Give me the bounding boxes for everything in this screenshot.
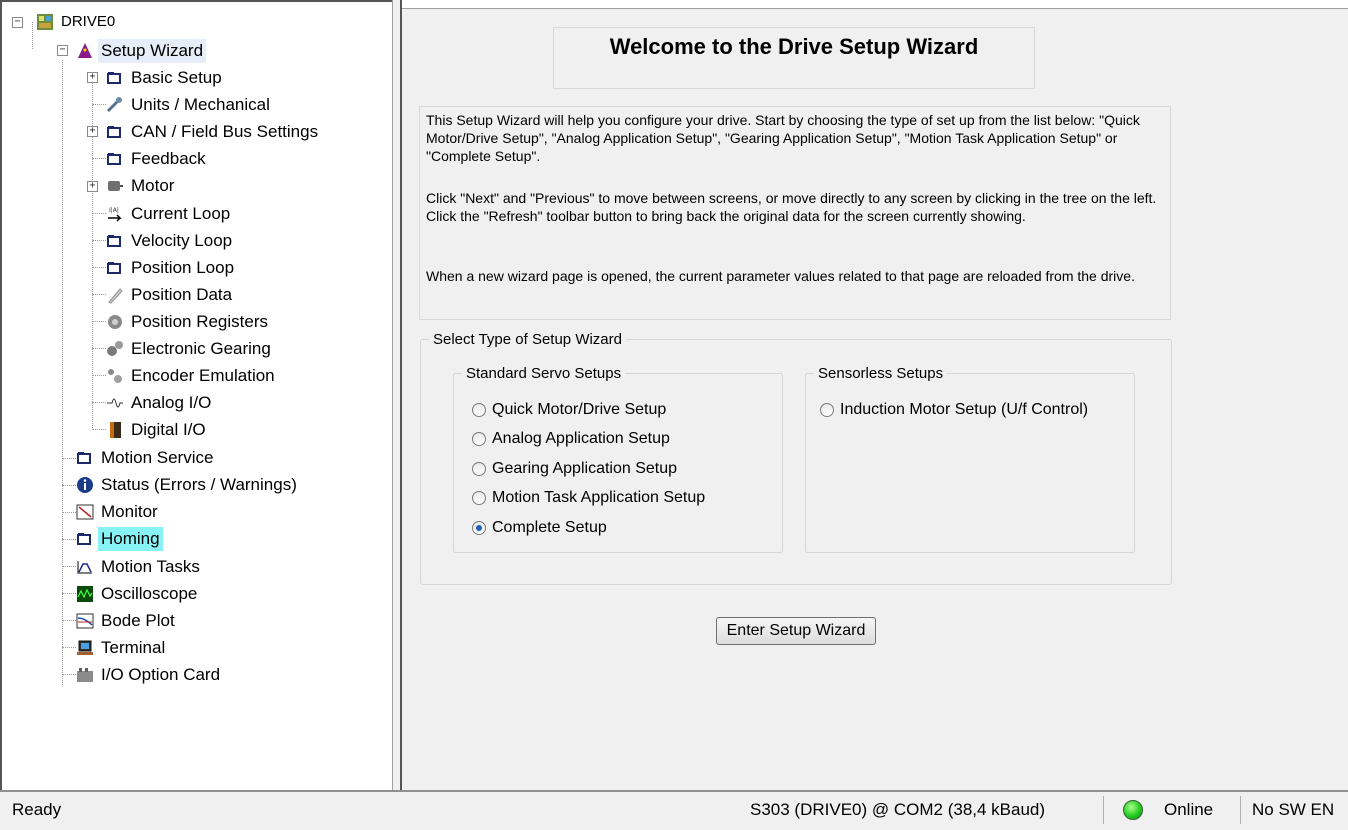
welcome-header-box: Welcome to the Drive Setup Wizard bbox=[553, 27, 1035, 89]
radio-label: Quick Motor/Drive Setup bbox=[492, 401, 667, 418]
tree-label: Units / Mechanical bbox=[131, 95, 270, 114]
radio-button[interactable] bbox=[472, 462, 486, 476]
motion-tasks-icon bbox=[77, 561, 92, 574]
collapse-setup-wizard-icon[interactable]: − bbox=[57, 45, 68, 56]
io-card-icon bbox=[77, 668, 93, 682]
tree-label: Motion Tasks bbox=[101, 557, 200, 576]
tree-label: Monitor bbox=[101, 502, 158, 521]
analog-signal-icon bbox=[107, 398, 123, 408]
radio-button[interactable] bbox=[472, 491, 486, 505]
tree-label: Encoder Emulation bbox=[131, 366, 275, 385]
expand-can-icon[interactable]: + bbox=[87, 126, 98, 137]
page-icon bbox=[77, 452, 91, 464]
gears-icon bbox=[107, 341, 123, 356]
page-icon bbox=[107, 72, 121, 84]
radio-label: Induction Motor Setup (U/f Control) bbox=[840, 401, 1089, 418]
page-icon bbox=[107, 262, 121, 274]
tree-label: Motion Service bbox=[101, 448, 214, 467]
group-legend: Select Type of Setup Wizard bbox=[433, 331, 622, 348]
wizard-hat-icon bbox=[78, 43, 92, 58]
collapse-root-icon[interactable]: − bbox=[12, 17, 23, 28]
page-icon bbox=[107, 153, 121, 165]
group-legend: Sensorless Setups bbox=[818, 365, 944, 382]
page-icon bbox=[107, 235, 121, 247]
tree-label: Oscilloscope bbox=[101, 584, 198, 603]
monitor-icon bbox=[76, 504, 94, 520]
tree-label: Analog I/O bbox=[131, 393, 212, 412]
sensorless-group: Sensorless Setups bbox=[805, 365, 1135, 553]
radio-label: Analog Application Setup bbox=[492, 430, 670, 447]
connection-info: S303 (DRIVE0) @ COM2 (38,4 kBaud) bbox=[750, 800, 1046, 819]
radio-label: Complete Setup bbox=[492, 519, 607, 536]
panel-splitter[interactable] bbox=[392, 0, 402, 790]
info-icon bbox=[77, 477, 93, 493]
tree-label: Status (Errors / Warnings) bbox=[101, 475, 297, 494]
motor-icon bbox=[108, 181, 123, 191]
intro-paragraph-1: This Setup Wizard will help you configur… bbox=[426, 112, 1140, 164]
tree-label: Terminal bbox=[101, 638, 166, 657]
radio-button[interactable] bbox=[820, 403, 834, 417]
tree-label: Position Data bbox=[131, 285, 233, 304]
sw-enable-status: No SW EN bbox=[1252, 800, 1335, 819]
tree-label: Current Loop bbox=[131, 204, 231, 223]
radio-button[interactable] bbox=[472, 403, 486, 417]
group-legend: Standard Servo Setups bbox=[466, 365, 622, 382]
tree-label: Bode Plot bbox=[101, 611, 175, 630]
status-bar: Ready S303 (DRIVE0) @ COM2 (38,4 kBaud) … bbox=[0, 790, 1348, 830]
tree-label: Basic Setup bbox=[131, 68, 222, 87]
tree-label: Digital I/O bbox=[131, 420, 206, 439]
gear-icon bbox=[108, 315, 122, 329]
expand-motor-icon[interactable]: + bbox=[87, 181, 98, 192]
status-text: Ready bbox=[12, 800, 62, 819]
page-title: Welcome to the Drive Setup Wizard bbox=[609, 34, 979, 59]
radio-button-selected[interactable] bbox=[472, 521, 486, 535]
radio-label: Motion Task Application Setup bbox=[492, 489, 706, 506]
intro-text-box: This Setup Wizard will help you configur… bbox=[419, 106, 1171, 320]
bode-plot-icon bbox=[76, 613, 94, 629]
online-indicator-icon bbox=[1123, 800, 1143, 820]
radio-button[interactable] bbox=[472, 432, 486, 446]
tree-label: DRIVE0 bbox=[61, 13, 116, 30]
svg-text:I|A|: I|A| bbox=[109, 207, 119, 214]
tree-label: I/O Option Card bbox=[101, 665, 221, 684]
radio-label: Gearing Application Setup bbox=[492, 460, 678, 477]
page-icon bbox=[107, 126, 121, 138]
tree-label: CAN / Field Bus Settings bbox=[131, 122, 319, 141]
tree-label: Position Loop bbox=[131, 258, 235, 277]
intro-paragraph-2: Click "Next" and "Previous" to move betw… bbox=[426, 190, 1157, 224]
digital-io-icon bbox=[110, 422, 121, 438]
expand-basic-setup-icon[interactable]: + bbox=[87, 72, 98, 83]
tree-label: Setup Wizard bbox=[98, 39, 207, 63]
intro-paragraph-3: When a new wizard page is opened, the cu… bbox=[426, 268, 1135, 284]
wrench-icon bbox=[106, 97, 122, 113]
encoder-gears-icon bbox=[108, 369, 122, 383]
online-status: Online bbox=[1164, 800, 1214, 819]
pencil-icon bbox=[108, 288, 123, 304]
oscilloscope-icon bbox=[77, 586, 93, 602]
tree-label: Feedback bbox=[131, 149, 206, 168]
tree-label: Position Registers bbox=[131, 312, 269, 331]
wizard-main-panel: Welcome to the Drive Setup Wizard This S… bbox=[402, 8, 1348, 791]
terminal-icon bbox=[77, 640, 93, 655]
tree-label: Homing bbox=[98, 527, 163, 551]
navigation-tree: − − + + + DRIVE0 Setup Wizard Basic Setu… bbox=[0, 0, 392, 790]
tree-label: Velocity Loop bbox=[131, 231, 233, 250]
enter-setup-wizard-button[interactable]: Enter Setup Wizard bbox=[716, 617, 876, 645]
tree-label: Motor bbox=[131, 176, 175, 195]
tree-label: Electronic Gearing bbox=[131, 339, 271, 358]
current-arrow-icon: I|A| bbox=[108, 207, 122, 222]
drive-icon bbox=[37, 14, 53, 30]
page-icon bbox=[77, 533, 91, 545]
